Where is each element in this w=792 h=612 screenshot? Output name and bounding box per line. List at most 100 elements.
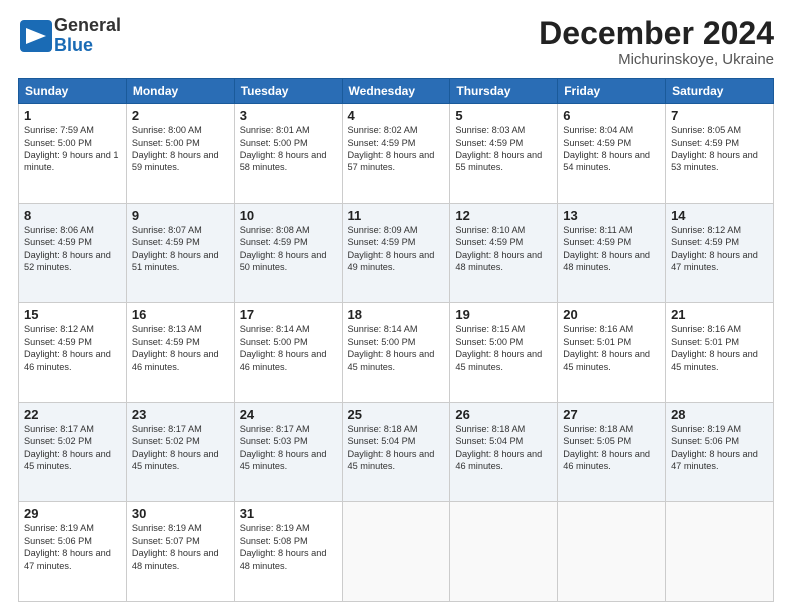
day-number: 4 — [348, 108, 445, 123]
table-row: 26 Sunrise: 8:18 AMSunset: 5:04 PMDaylig… — [450, 402, 558, 502]
day-number: 12 — [455, 208, 552, 223]
day-info: Sunrise: 8:05 AMSunset: 4:59 PMDaylight:… — [671, 125, 758, 172]
day-info: Sunrise: 8:14 AMSunset: 5:00 PMDaylight:… — [240, 324, 327, 371]
day-info: Sunrise: 8:19 AMSunset: 5:08 PMDaylight:… — [240, 523, 327, 570]
day-info: Sunrise: 8:04 AMSunset: 4:59 PMDaylight:… — [563, 125, 650, 172]
day-number: 13 — [563, 208, 660, 223]
day-info: Sunrise: 8:16 AMSunset: 5:01 PMDaylight:… — [671, 324, 758, 371]
day-info: Sunrise: 8:02 AMSunset: 4:59 PMDaylight:… — [348, 125, 435, 172]
day-info: Sunrise: 8:12 AMSunset: 4:59 PMDaylight:… — [24, 324, 111, 371]
day-info: Sunrise: 8:17 AMSunset: 5:03 PMDaylight:… — [240, 424, 327, 471]
table-row: 6 Sunrise: 8:04 AMSunset: 4:59 PMDayligh… — [558, 104, 666, 204]
day-info: Sunrise: 8:18 AMSunset: 5:05 PMDaylight:… — [563, 424, 650, 471]
table-row: 3 Sunrise: 8:01 AMSunset: 5:00 PMDayligh… — [234, 104, 342, 204]
day-number: 31 — [240, 506, 337, 521]
day-number: 21 — [671, 307, 768, 322]
day-info: Sunrise: 8:18 AMSunset: 5:04 PMDaylight:… — [348, 424, 435, 471]
day-info: Sunrise: 8:14 AMSunset: 5:00 PMDaylight:… — [348, 324, 435, 371]
table-row: 19 Sunrise: 8:15 AMSunset: 5:00 PMDaylig… — [450, 303, 558, 403]
day-number: 19 — [455, 307, 552, 322]
table-row: 2 Sunrise: 8:00 AMSunset: 5:00 PMDayligh… — [126, 104, 234, 204]
calendar-week-row: 15 Sunrise: 8:12 AMSunset: 4:59 PMDaylig… — [19, 303, 774, 403]
day-number: 9 — [132, 208, 229, 223]
day-number: 7 — [671, 108, 768, 123]
col-thursday: Thursday — [450, 79, 558, 104]
calendar-week-row: 29 Sunrise: 8:19 AMSunset: 5:06 PMDaylig… — [19, 502, 774, 602]
table-row: 21 Sunrise: 8:16 AMSunset: 5:01 PMDaylig… — [666, 303, 774, 403]
location-subtitle: Michurinskoye, Ukraine — [539, 51, 774, 68]
calendar-week-row: 8 Sunrise: 8:06 AMSunset: 4:59 PMDayligh… — [19, 203, 774, 303]
table-row: 28 Sunrise: 8:19 AMSunset: 5:06 PMDaylig… — [666, 402, 774, 502]
day-info: Sunrise: 8:11 AMSunset: 4:59 PMDaylight:… — [563, 225, 650, 272]
col-tuesday: Tuesday — [234, 79, 342, 104]
day-number: 20 — [563, 307, 660, 322]
day-info: Sunrise: 8:19 AMSunset: 5:07 PMDaylight:… — [132, 523, 219, 570]
day-info: Sunrise: 7:59 AMSunset: 5:00 PMDaylight:… — [24, 125, 119, 172]
table-row: 16 Sunrise: 8:13 AMSunset: 4:59 PMDaylig… — [126, 303, 234, 403]
day-info: Sunrise: 8:16 AMSunset: 5:01 PMDaylight:… — [563, 324, 650, 371]
day-info: Sunrise: 8:19 AMSunset: 5:06 PMDaylight:… — [24, 523, 111, 570]
day-number: 29 — [24, 506, 121, 521]
table-row: 13 Sunrise: 8:11 AMSunset: 4:59 PMDaylig… — [558, 203, 666, 303]
logo: General Blue — [18, 16, 121, 56]
table-row — [450, 502, 558, 602]
table-row: 24 Sunrise: 8:17 AMSunset: 5:03 PMDaylig… — [234, 402, 342, 502]
day-number: 23 — [132, 407, 229, 422]
day-info: Sunrise: 8:12 AMSunset: 4:59 PMDaylight:… — [671, 225, 758, 272]
day-info: Sunrise: 8:15 AMSunset: 5:00 PMDaylight:… — [455, 324, 542, 371]
col-sunday: Sunday — [19, 79, 127, 104]
table-row: 22 Sunrise: 8:17 AMSunset: 5:02 PMDaylig… — [19, 402, 127, 502]
day-info: Sunrise: 8:07 AMSunset: 4:59 PMDaylight:… — [132, 225, 219, 272]
day-number: 11 — [348, 208, 445, 223]
col-wednesday: Wednesday — [342, 79, 450, 104]
day-number: 25 — [348, 407, 445, 422]
table-row: 30 Sunrise: 8:19 AMSunset: 5:07 PMDaylig… — [126, 502, 234, 602]
day-number: 2 — [132, 108, 229, 123]
logo-general: General — [54, 16, 121, 36]
day-number: 16 — [132, 307, 229, 322]
calendar-week-row: 1 Sunrise: 7:59 AMSunset: 5:00 PMDayligh… — [19, 104, 774, 204]
table-row: 23 Sunrise: 8:17 AMSunset: 5:02 PMDaylig… — [126, 402, 234, 502]
table-row: 11 Sunrise: 8:09 AMSunset: 4:59 PMDaylig… — [342, 203, 450, 303]
table-row: 1 Sunrise: 7:59 AMSunset: 5:00 PMDayligh… — [19, 104, 127, 204]
day-number: 22 — [24, 407, 121, 422]
day-info: Sunrise: 8:03 AMSunset: 4:59 PMDaylight:… — [455, 125, 542, 172]
day-info: Sunrise: 8:01 AMSunset: 5:00 PMDaylight:… — [240, 125, 327, 172]
day-number: 6 — [563, 108, 660, 123]
day-info: Sunrise: 8:09 AMSunset: 4:59 PMDaylight:… — [348, 225, 435, 272]
table-row: 18 Sunrise: 8:14 AMSunset: 5:00 PMDaylig… — [342, 303, 450, 403]
logo-blue: Blue — [54, 36, 121, 56]
day-number: 17 — [240, 307, 337, 322]
table-row: 29 Sunrise: 8:19 AMSunset: 5:06 PMDaylig… — [19, 502, 127, 602]
table-row: 20 Sunrise: 8:16 AMSunset: 5:01 PMDaylig… — [558, 303, 666, 403]
table-row: 8 Sunrise: 8:06 AMSunset: 4:59 PMDayligh… — [19, 203, 127, 303]
table-row: 10 Sunrise: 8:08 AMSunset: 4:59 PMDaylig… — [234, 203, 342, 303]
day-number: 5 — [455, 108, 552, 123]
day-number: 10 — [240, 208, 337, 223]
table-row — [342, 502, 450, 602]
table-row: 12 Sunrise: 8:10 AMSunset: 4:59 PMDaylig… — [450, 203, 558, 303]
day-info: Sunrise: 8:18 AMSunset: 5:04 PMDaylight:… — [455, 424, 542, 471]
calendar-week-row: 22 Sunrise: 8:17 AMSunset: 5:02 PMDaylig… — [19, 402, 774, 502]
day-number: 27 — [563, 407, 660, 422]
day-info: Sunrise: 8:19 AMSunset: 5:06 PMDaylight:… — [671, 424, 758, 471]
day-number: 26 — [455, 407, 552, 422]
day-number: 15 — [24, 307, 121, 322]
table-row: 17 Sunrise: 8:14 AMSunset: 5:00 PMDaylig… — [234, 303, 342, 403]
day-number: 24 — [240, 407, 337, 422]
day-info: Sunrise: 8:08 AMSunset: 4:59 PMDaylight:… — [240, 225, 327, 272]
day-number: 30 — [132, 506, 229, 521]
header: General Blue December 2024 Michurinskoye… — [18, 16, 774, 68]
table-row: 25 Sunrise: 8:18 AMSunset: 5:04 PMDaylig… — [342, 402, 450, 502]
day-info: Sunrise: 8:00 AMSunset: 5:00 PMDaylight:… — [132, 125, 219, 172]
col-monday: Monday — [126, 79, 234, 104]
day-number: 8 — [24, 208, 121, 223]
day-info: Sunrise: 8:06 AMSunset: 4:59 PMDaylight:… — [24, 225, 111, 272]
table-row: 31 Sunrise: 8:19 AMSunset: 5:08 PMDaylig… — [234, 502, 342, 602]
day-number: 14 — [671, 208, 768, 223]
day-number: 1 — [24, 108, 121, 123]
table-row: 5 Sunrise: 8:03 AMSunset: 4:59 PMDayligh… — [450, 104, 558, 204]
logo-icon — [18, 18, 54, 54]
table-row: 9 Sunrise: 8:07 AMSunset: 4:59 PMDayligh… — [126, 203, 234, 303]
calendar-table: Sunday Monday Tuesday Wednesday Thursday… — [18, 78, 774, 602]
